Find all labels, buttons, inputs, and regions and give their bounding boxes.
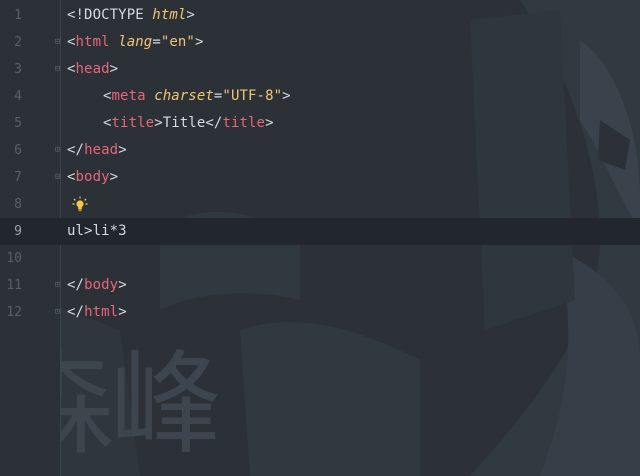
code-line-active[interactable]: 9 ul>li*3 bbox=[0, 218, 640, 245]
line-number: 11 bbox=[6, 278, 22, 293]
line-number: 1 bbox=[14, 8, 22, 23]
code-text: <title>Title</title> bbox=[103, 115, 274, 131]
code-text: <head> bbox=[67, 61, 119, 77]
code-line[interactable]: 3 ⊟ <head> bbox=[0, 56, 640, 83]
code-line[interactable]: 8 bbox=[0, 191, 640, 218]
fold-close-icon[interactable]: ⊡ bbox=[55, 146, 62, 155]
code-line[interactable]: 2 ⊟ <html lang="en"> bbox=[0, 29, 640, 56]
line-number: 7 bbox=[14, 170, 22, 185]
code-line[interactable]: 7 ⊟ <body> bbox=[0, 164, 640, 191]
lightbulb-icon[interactable] bbox=[72, 196, 88, 212]
code-line[interactable]: 1 <!DOCTYPE html> bbox=[0, 2, 640, 29]
code-text: <!DOCTYPE html> bbox=[67, 7, 195, 23]
code-line[interactable]: 4 <meta charset="UTF-8"> bbox=[0, 83, 640, 110]
fold-open-icon[interactable]: ⊟ bbox=[55, 65, 62, 74]
fold-open-icon[interactable]: ⊟ bbox=[55, 173, 62, 182]
line-number: 10 bbox=[6, 251, 22, 266]
line-number: 2 bbox=[14, 35, 22, 50]
line-number: 5 bbox=[14, 116, 22, 131]
code-text: </body> bbox=[67, 277, 127, 293]
code-editor[interactable]: 森峰 1 <!DOCTYPE html> 2 ⊟ <html lang="en"… bbox=[0, 0, 640, 476]
line-number: 3 bbox=[14, 62, 22, 77]
line-number: 9 bbox=[14, 224, 22, 239]
fold-close-icon[interactable]: ⊡ bbox=[55, 308, 62, 317]
line-number: 6 bbox=[14, 143, 22, 158]
code-text: ul>li*3 bbox=[67, 223, 127, 239]
code-text: <html lang="en"> bbox=[67, 34, 204, 50]
code-line[interactable]: 6 ⊡ </head> bbox=[0, 137, 640, 164]
code-line[interactable]: 12 ⊡ </html> bbox=[0, 299, 640, 326]
code-text: <meta charset="UTF-8"> bbox=[103, 88, 291, 104]
code-text: <body> bbox=[67, 169, 119, 185]
code-text: </html> bbox=[67, 304, 127, 320]
line-number: 4 bbox=[14, 89, 22, 104]
code-line[interactable]: 10 bbox=[0, 245, 640, 272]
line-number: 12 bbox=[6, 305, 22, 320]
code-line[interactable]: 5 <title>Title</title> bbox=[0, 110, 640, 137]
line-number: 8 bbox=[14, 197, 22, 212]
fold-open-icon[interactable]: ⊟ bbox=[55, 38, 62, 47]
code-line[interactable]: 11 ⊡ </body> bbox=[0, 272, 640, 299]
fold-close-icon[interactable]: ⊡ bbox=[55, 281, 62, 290]
code-text: </head> bbox=[67, 142, 127, 158]
